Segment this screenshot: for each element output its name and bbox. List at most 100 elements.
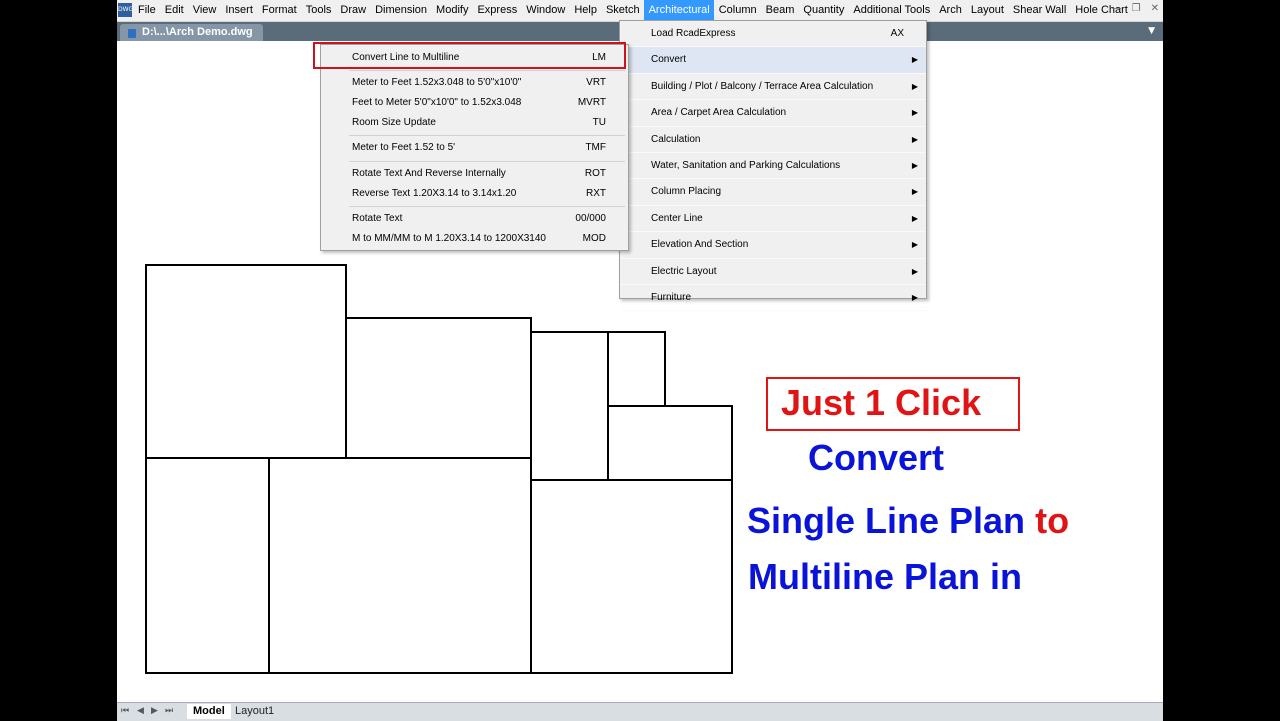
arch-menu-item[interactable]: Center Line ▶ — [620, 206, 926, 233]
arch-menu-item[interactable]: Area / Carpet Area Calculation ▶ — [620, 100, 926, 127]
tab-layout1[interactable]: Layout1 — [229, 704, 280, 719]
last-tab-icon[interactable]: ⏭ — [165, 706, 173, 716]
convert-menu-item[interactable]: Reverse Text 1.20X3.14 to 3.14x1.20 RXT — [321, 184, 628, 204]
arch-menu-item-shortcut: AX — [890, 28, 904, 39]
convert-menu-item-label: Rotate Text — [352, 213, 403, 224]
caption-single-line-plan: Single Line Plan to — [747, 500, 1069, 542]
arch-menu-item[interactable]: Load RcadExpress AX — [620, 21, 926, 48]
convert-menu-item-shortcut: MVRT — [577, 97, 606, 108]
next-tab-icon[interactable]: ▶ — [151, 706, 158, 716]
plan-room — [345, 317, 532, 459]
convert-menu-item[interactable]: Meter to Feet 1.52x3.048 to 5'0"x10'0" VR… — [321, 73, 628, 93]
convert-menu-item[interactable]: Feet to Meter 5'0"x10'0" to 1.52x3.048 MV… — [321, 93, 628, 113]
menu-separator — [349, 161, 625, 162]
submenu-arrow-icon: ▶ — [911, 292, 918, 302]
arch-menu-item-label: Building / Plot / Balcony / Terrace Area… — [651, 80, 874, 92]
menu-separator — [349, 206, 625, 207]
restore-icon[interactable]: ❐ — [1132, 3, 1141, 14]
document-tab[interactable]: D:\...\Arch Demo.dwg — [120, 24, 263, 41]
arch-menu-item-label: Column Placing — [651, 186, 722, 198]
arch-menu-item-label: Electric Layout — [651, 265, 717, 277]
convert-menu-item-label: Room Size Update — [352, 117, 436, 128]
convert-menu-item-label: Meter to Feet 1.52 to 5' — [352, 142, 456, 153]
arch-menu-item-label: Center Line — [651, 212, 703, 224]
tab-list-dropdown-icon[interactable]: ▼ — [1148, 26, 1155, 36]
convert-menu-item-shortcut: ROT — [584, 168, 606, 179]
plan-room — [145, 457, 270, 674]
caption-just-1-click: Just 1 Click — [781, 382, 982, 423]
arch-menu-item[interactable]: Column Placing ▶ — [620, 179, 926, 206]
submenu-arrow-icon: ▶ — [911, 81, 918, 91]
submenu-arrow-icon: ▶ — [911, 266, 918, 276]
arch-menu-item-label: Area / Carpet Area Calculation — [651, 107, 787, 119]
menu-shear-wall[interactable]: Shear Wall — [1008, 0, 1070, 21]
menu-separator — [349, 135, 625, 136]
menu-tools[interactable]: Tools — [301, 0, 336, 21]
menu-sketch[interactable]: Sketch — [601, 0, 644, 21]
submenu-arrow-icon: ▶ — [911, 55, 918, 65]
convert-menu-item-label: Meter to Feet 1.52x3.048 to 5'0"x10'0" — [352, 77, 522, 88]
submenu-arrow-icon: ▶ — [911, 187, 918, 197]
convert-menu-item-label: M to MM/MM to M 1.20X3.14 to 1200X3140 — [352, 233, 546, 244]
tab-model[interactable]: Model — [187, 704, 231, 719]
first-tab-icon[interactable]: ⏮ — [121, 706, 129, 716]
convert-menu-item[interactable]: Rotate Text And Reverse Internally ROT — [321, 164, 628, 184]
arch-menu-item[interactable]: Electric Layout ▶ — [620, 259, 926, 285]
arch-menu-item[interactable]: Furniture ▶ — [620, 285, 926, 312]
menu-beam[interactable]: Beam — [761, 0, 799, 21]
minimize-icon[interactable]: — — [1112, 3, 1122, 14]
arch-menu-item[interactable]: Building / Plot / Balcony / Terrace Area… — [620, 74, 926, 101]
arch-menu-item-label: Load RcadExpress — [651, 28, 736, 39]
menu-window[interactable]: Window — [521, 0, 569, 21]
menu-format[interactable]: Format — [257, 0, 301, 21]
menu-help[interactable]: Help — [569, 0, 601, 21]
close-icon[interactable]: ✕ — [1151, 3, 1159, 14]
plan-room — [530, 331, 609, 481]
convert-menu-item[interactable]: Room Size Update TU — [321, 113, 628, 133]
menu-view[interactable]: View — [188, 0, 221, 21]
convert-menu-item[interactable]: Meter to Feet 1.52 to 5' TMF — [321, 138, 628, 158]
plan-room — [530, 479, 733, 674]
convert-menu-item-shortcut: TU — [592, 117, 606, 128]
menu-layout[interactable]: Layout — [966, 0, 1008, 21]
menu-additional-tools[interactable]: Additional Tools — [848, 0, 934, 21]
caption-multiline-plan-in: Multiline Plan in — [748, 556, 1023, 597]
arch-menu-item-label: Water, Sanitation and Parking Calculatio… — [651, 159, 841, 171]
window-controls: — ❐ ✕ — [1112, 3, 1159, 14]
layout-tab-bar: ⏮ ◀ ▶ ⏭ Model Layout1 — [117, 702, 1163, 721]
convert-submenu: Convert Line to Multiline LM Meter to Feet… — [320, 44, 629, 251]
plan-room — [607, 331, 666, 407]
architectural-menu: Load RcadExpress AX Convert ▶ Building / Plo… — [619, 20, 927, 312]
convert-menu-item-shortcut: VRT — [586, 77, 606, 88]
arch-menu-item[interactable]: Convert ▶ — [620, 47, 926, 74]
lock-icon — [128, 29, 136, 38]
previous-tab-icon[interactable]: ◀ — [137, 706, 144, 716]
menu-bar: DWG File Edit View Insert Format Tools Draw Dim… — [117, 0, 1163, 22]
menu-modify[interactable]: Modify — [431, 0, 472, 21]
menu-draw[interactable]: Draw — [335, 0, 370, 21]
highlight-outline — [313, 42, 626, 69]
arch-menu-item[interactable]: Calculation ▶ — [620, 127, 926, 153]
menu-express[interactable]: Express — [472, 0, 521, 21]
menu-column[interactable]: Column — [714, 0, 761, 21]
menu-architectural[interactable]: Architectural — [643, 0, 714, 21]
arch-menu-item[interactable]: Elevation And Section ▶ — [620, 232, 926, 259]
submenu-arrow-icon: ▶ — [911, 213, 918, 223]
menu-insert[interactable]: Insert — [220, 0, 257, 21]
menu-quantity[interactable]: Quantity — [798, 0, 848, 21]
menu-file[interactable]: File — [133, 0, 160, 21]
cad-application-window: DWG File Edit View Insert Format Tools Draw Dim… — [117, 0, 1163, 721]
submenu-arrow-icon: ▶ — [911, 134, 918, 144]
menu-edit[interactable]: Edit — [160, 0, 188, 21]
convert-menu-item-shortcut: MOD — [582, 233, 606, 244]
menu-dimension[interactable]: Dimension — [370, 0, 431, 21]
menu-arch[interactable]: Arch — [934, 0, 966, 21]
convert-menu-item[interactable]: M to MM/MM to M 1.20X3.14 to 1200X3140 MO… — [321, 229, 628, 249]
submenu-arrow-icon: ▶ — [911, 108, 918, 118]
app-logo-icon[interactable]: DWG — [118, 3, 133, 17]
convert-menu-item-shortcut: 00/000 — [575, 213, 606, 224]
convert-menu-item[interactable]: Rotate Text 00/000 — [321, 209, 628, 229]
arch-menu-item[interactable]: Water, Sanitation and Parking Calculatio… — [620, 153, 926, 180]
document-tab-title: D:\...\Arch Demo.dwg — [142, 26, 253, 38]
convert-menu-item-shortcut: RXT — [586, 188, 606, 199]
